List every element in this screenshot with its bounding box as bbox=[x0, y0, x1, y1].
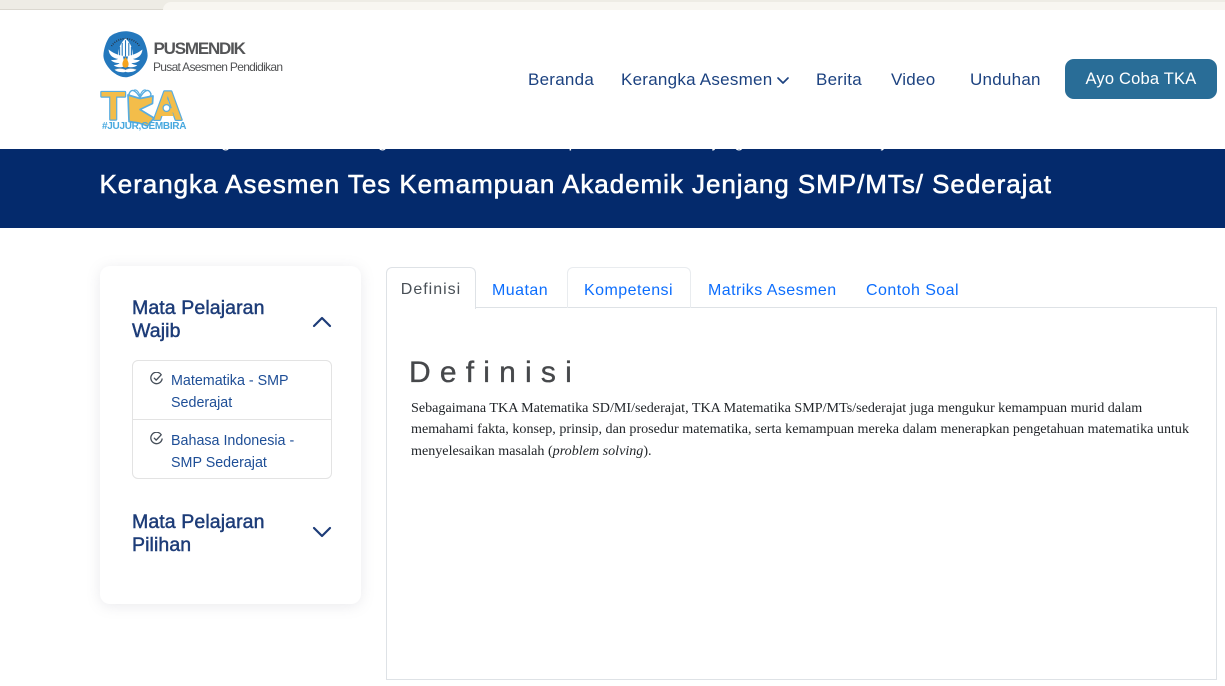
svg-text:#JUJUR,GEMBIRA: #JUJUR,GEMBIRA bbox=[102, 121, 186, 132]
